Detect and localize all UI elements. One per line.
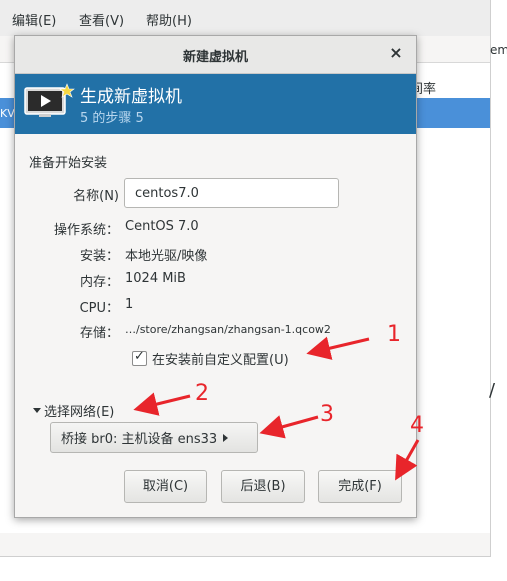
annotation-arrow-4 bbox=[395, 439, 420, 481]
annotation-number-3: 3 bbox=[320, 402, 334, 427]
annotation-arrows bbox=[133, 336, 420, 481]
annotation-number-1: 1 bbox=[387, 322, 401, 347]
annotation-number-4: 4 bbox=[410, 413, 424, 438]
annotation-arrow-2 bbox=[133, 392, 191, 416]
annotation-arrow-1 bbox=[306, 336, 370, 360]
annotation-number-2: 2 bbox=[195, 381, 209, 406]
annotation-arrow-3 bbox=[259, 415, 319, 439]
